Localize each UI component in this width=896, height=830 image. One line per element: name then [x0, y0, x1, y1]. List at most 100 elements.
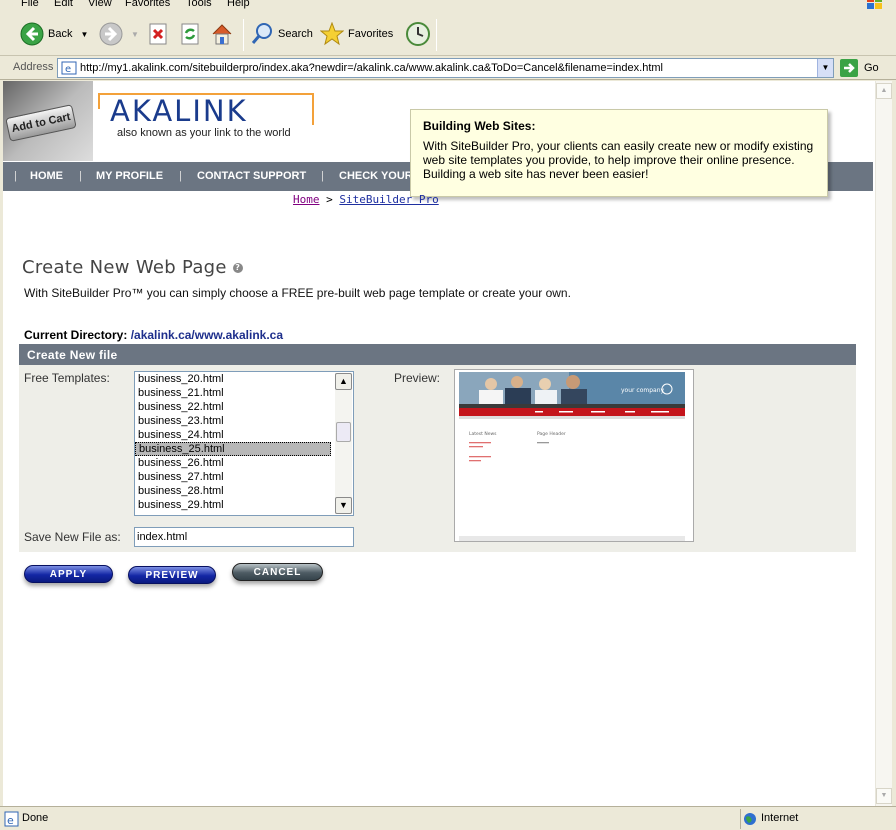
menu-bar: File Edit View Favorites Tools Help [0, 0, 896, 12]
forward-dropdown-icon[interactable]: ▼ [131, 30, 139, 39]
tooltip-body: With SiteBuilder Pro, your clients can e… [423, 139, 814, 181]
help-tooltip: Building Web Sites: With SiteBuilder Pro… [410, 109, 828, 197]
toolbar-separator [436, 19, 437, 51]
refresh-button[interactable] [180, 19, 200, 49]
cancel-button[interactable]: CANCEL [232, 563, 323, 581]
page-scrollbar[interactable]: ▲ ▼ [875, 81, 892, 806]
scroll-up-icon[interactable]: ▲ [335, 373, 352, 390]
refresh-icon [181, 23, 199, 45]
create-file-form: Free Templates: business_20.html business… [19, 365, 856, 552]
save-as-label: Save New File as: [24, 530, 121, 544]
back-arrow-icon [20, 22, 44, 46]
nav-divider: | [14, 170, 17, 182]
home-icon [212, 24, 232, 45]
favorites-star-icon [320, 22, 344, 46]
breadcrumb-separator: > [326, 193, 333, 206]
page-done-icon: e [4, 811, 19, 827]
template-preview-thumbnail: your company Latest News Page Header [455, 370, 693, 541]
menu-tools[interactable]: Tools [186, 0, 212, 9]
add-to-cart-banner: Add to Cart [3, 81, 93, 161]
address-dropdown-icon[interactable]: ▼ [817, 59, 833, 77]
template-option[interactable]: business_20.html [135, 372, 331, 386]
form-header: Create New file [19, 344, 856, 365]
nav-home[interactable]: HOME [30, 170, 63, 182]
preview-label: Preview: [394, 371, 441, 385]
breadcrumb-sitebuilder[interactable]: SiteBuilder Pro [339, 193, 438, 206]
svg-text:e: e [7, 814, 14, 827]
tooltip-title: Building Web Sites: [423, 119, 536, 133]
template-option[interactable]: business_24.html [135, 428, 331, 442]
page-icon: e [61, 61, 77, 75]
svg-text:e: e [65, 64, 71, 75]
templates-listbox[interactable]: business_20.html business_21.html business… [134, 371, 354, 516]
menu-help[interactable]: Help [227, 0, 250, 9]
security-zone: Internet [740, 809, 890, 829]
address-input[interactable]: e http://my1.akalink.com/sitebuilderpro/… [57, 58, 834, 78]
stop-button[interactable] [148, 19, 168, 49]
add-to-cart-key-image: Add to Cart [5, 104, 77, 142]
scroll-thumb[interactable] [336, 422, 351, 442]
page-viewport: Add to Cart AKALINK also known as your l… [3, 81, 875, 806]
save-filename-input[interactable]: index.html [134, 527, 354, 547]
menu-file[interactable]: File [21, 0, 39, 9]
template-option[interactable]: business_21.html [135, 386, 331, 400]
breadcrumb: Home > SiteBuilder Pro [293, 193, 439, 206]
standard-toolbar: Back ▼ ▼ Search Favorites [0, 13, 896, 56]
internet-globe-icon [744, 813, 756, 825]
nav-divider: | [321, 170, 324, 182]
nav-my-profile[interactable]: MY PROFILE [96, 170, 163, 182]
menu-view[interactable]: View [88, 0, 112, 9]
scroll-down-icon[interactable]: ▼ [335, 497, 352, 514]
templates-scrollbar[interactable]: ▲ ▼ [335, 373, 352, 514]
back-label: Back [48, 28, 73, 40]
forward-button[interactable]: ▼ [99, 19, 139, 49]
templates-label: Free Templates: [24, 371, 110, 385]
back-button[interactable]: Back ▼ [20, 19, 88, 49]
back-dropdown-icon[interactable]: ▼ [80, 30, 88, 39]
current-directory-label: Current Directory: [24, 328, 128, 342]
page-scroll-down-icon[interactable]: ▼ [876, 788, 892, 804]
forward-arrow-icon [99, 22, 123, 46]
history-button[interactable] [405, 19, 431, 49]
menu-edit[interactable]: Edit [54, 0, 73, 9]
favorites-button[interactable]: Favorites [320, 19, 393, 49]
template-preview-image: your company Latest News Page Header [454, 369, 694, 542]
template-option[interactable]: business_26.html [135, 456, 331, 470]
template-option[interactable]: business_29.html [135, 498, 331, 512]
template-option[interactable]: business_23.html [135, 414, 331, 428]
preview-brand: your company [621, 387, 665, 394]
nav-check-your[interactable]: CHECK YOUR [339, 170, 413, 182]
home-button[interactable] [210, 19, 234, 49]
templates-list: business_20.html business_21.html business… [135, 372, 353, 512]
status-bar: e Done Internet [0, 806, 896, 830]
search-button[interactable]: Search [250, 19, 313, 49]
current-directory-path: /akalink.ca/www.akalink.ca [130, 328, 284, 342]
breadcrumb-home[interactable]: Home [293, 193, 320, 206]
page-title-wrap: Create New Web Page? [22, 257, 243, 278]
template-option[interactable]: business_22.html [135, 400, 331, 414]
windows-logo-icon [867, 0, 882, 9]
history-icon [406, 22, 430, 46]
apply-button[interactable]: APPLY [24, 565, 113, 583]
preview-left-heading: Latest News [469, 431, 497, 437]
status-text: Done [22, 812, 49, 824]
go-label: Go [864, 62, 879, 74]
nav-contact-support[interactable]: CONTACT SUPPORT [197, 170, 306, 182]
search-label: Search [278, 28, 313, 40]
page-title: Create New Web Page [22, 257, 227, 278]
template-option[interactable]: business_27.html [135, 470, 331, 484]
preview-button[interactable]: PREVIEW [128, 566, 216, 584]
logo-text: AKALINK [110, 94, 248, 128]
address-bar: Address e http://my1.akalink.com/sitebui… [0, 56, 896, 80]
page-scroll-up-icon[interactable]: ▲ [876, 83, 892, 99]
menu-favorites[interactable]: Favorites [125, 0, 170, 9]
help-icon[interactable]: ? [232, 263, 243, 273]
template-option[interactable]: business_28.html [135, 484, 331, 498]
page-intro: With SiteBuilder Pro™ you can simply cho… [24, 286, 571, 300]
favorites-label: Favorites [348, 28, 394, 40]
toolbar-separator [243, 19, 244, 51]
go-button[interactable]: Go [840, 59, 879, 77]
template-option[interactable]: business_25.html [135, 442, 331, 456]
current-directory: Current Directory: /akalink.ca/www.akali… [24, 328, 283, 342]
logo-tagline: also known as your link to the world [117, 127, 291, 139]
